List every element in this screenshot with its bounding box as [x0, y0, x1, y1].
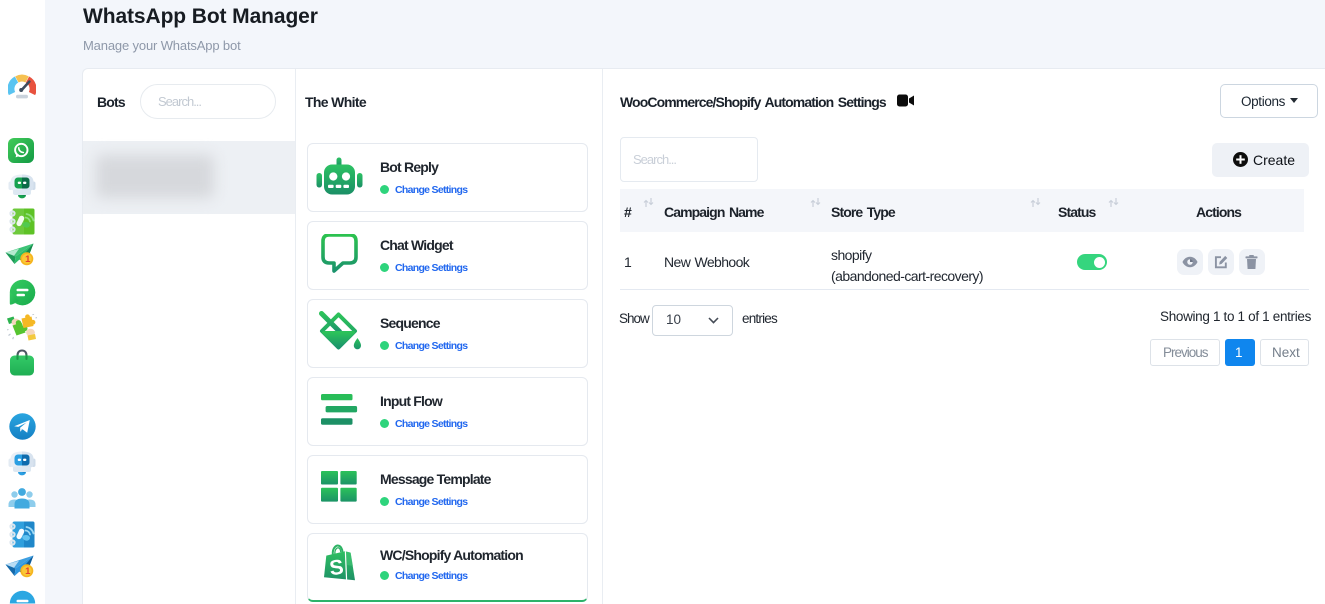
svg-text:1: 1: [25, 566, 31, 577]
svg-text:S: S: [328, 556, 345, 581]
svg-text:1: 1: [25, 254, 31, 265]
